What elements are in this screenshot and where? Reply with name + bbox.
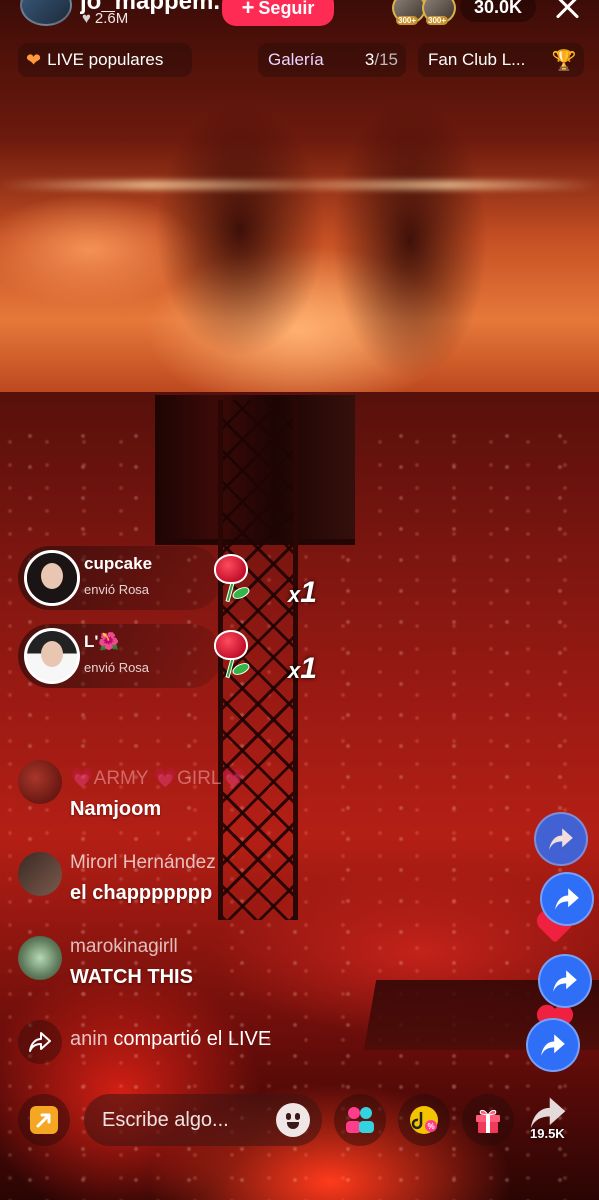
gift-count: x1 [288,576,317,609]
comment-username: marokinagirll [70,936,178,957]
follow-button[interactable]: + Seguir [222,0,334,26]
gift-notification: L'🌺 envió Rosa [18,624,222,688]
viewer-count[interactable]: 30.0K [460,0,536,22]
share-notice-user: anin [70,1028,108,1050]
gift-count: x1 [288,652,317,685]
floating-share-icon [538,954,592,1008]
gift-description: envió Rosa [84,582,150,597]
upload-arrow-icon [30,1106,58,1134]
share-arrow-icon [29,1032,51,1052]
live-popular-label: LIVE populares [47,50,164,69]
host-likes: ♥ 2.6M [82,10,128,27]
share-notice-icon [18,1020,62,1064]
viewer-avatar[interactable]: 300+ [422,0,456,25]
gift-count-value: 1 [300,652,317,685]
comment-username: Mirorl Hernández [70,852,216,873]
floating-share-icon [526,1018,580,1072]
comment-username: 💗ARMY 💗GIRL💗 [70,768,246,789]
heart-orange-icon: ❤ [26,49,42,70]
gift-button[interactable] [462,1094,514,1146]
trophy-icon: 🏆 [551,49,577,72]
fan-club-label: Fan Club L... [428,50,526,69]
comment-avatar[interactable] [18,936,62,980]
share-arrow-icon [553,970,577,992]
share-notice: anin compartió el LIVE [70,1028,271,1051]
share-notice-text: compartió el LIVE [113,1028,272,1050]
multi-guest-icon [346,1107,374,1133]
share-arrow-icon [555,888,579,910]
floating-share-icon [534,812,588,866]
multi-guest-button[interactable] [334,1094,386,1146]
rose-icon [206,628,258,680]
gallery-total: /15 [374,50,398,69]
gift-description: envió Rosa [84,660,150,675]
gallery-counter: 3/15 [365,50,398,70]
gallery-label: Galería [268,50,324,69]
share-count: 19.5K [530,1126,565,1141]
follow-label: Seguir [258,0,315,18]
svg-text:%: % [427,1122,434,1131]
gallery-button[interactable]: Galería 3/15 [258,43,406,77]
comment-text: Namjoom [70,798,162,820]
gifter-name: cupcake [84,554,153,573]
gift-notification: cupcake envió Rosa [18,546,222,610]
plus-icon: + [241,0,255,20]
floating-share-icon [540,872,594,926]
promo-button[interactable]: % [398,1094,450,1146]
emoji-icon[interactable] [276,1103,310,1137]
comment-text: el chappppppp [70,882,213,904]
viewer-badge: 300+ [396,16,419,25]
likes-count: 2.6M [94,10,129,27]
comment-avatar[interactable] [18,852,62,896]
comment-input[interactable]: Escribe algo... [84,1094,322,1146]
promo-icon: % [410,1106,438,1134]
heart-icon: ♥ [82,10,91,27]
live-popular-button[interactable]: ❤ LIVE populares [18,43,192,77]
gifter-avatar[interactable] [24,628,80,684]
viewer-badge: 300+ [426,16,449,25]
share-arrow-icon [541,1034,565,1056]
fan-club-button[interactable]: Fan Club L... 🏆 [418,43,584,77]
rose-icon [206,552,258,604]
comment-input-placeholder: Escribe algo... [102,1108,229,1131]
top-viewers[interactable]: 300+ 300+ [392,0,456,25]
gifter-name: L'🌺 [84,632,120,651]
upload-button[interactable] [18,1094,70,1146]
share-arrow-icon [549,828,573,850]
gift-count-value: 1 [300,576,317,609]
gift-box-icon [476,1109,500,1133]
comment-avatar[interactable] [18,760,62,804]
comment-text: WATCH THIS [70,966,193,988]
close-icon[interactable] [552,0,584,24]
viewer-avatar[interactable]: 300+ [392,0,426,25]
gifter-avatar[interactable] [24,550,80,606]
gallery-index: 3 [364,50,375,69]
